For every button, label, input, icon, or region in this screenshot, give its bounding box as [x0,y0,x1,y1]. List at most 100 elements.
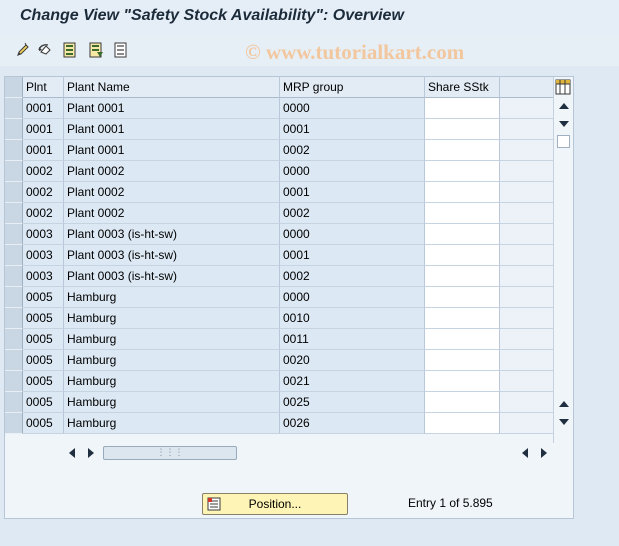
column-header-plant[interactable]: Plnt [23,77,64,98]
position-button[interactable]: Position... [202,493,348,515]
row-selector[interactable] [5,161,23,182]
cell-share-sstk-input[interactable] [425,287,500,308]
cell-share-sstk-input[interactable] [425,161,500,182]
cell-plant-name: Plant 0003 (is-ht-sw) [64,224,280,245]
row-selector[interactable] [5,329,23,350]
select-all-icon[interactable] [62,42,78,58]
cell-share-sstk-input[interactable] [425,350,500,371]
cell-plant: 0002 [23,182,64,203]
scroll-far-left-arrow-icon[interactable] [522,448,528,458]
cell-plant: 0005 [23,350,64,371]
cell-plant-name: Hamburg [64,287,280,308]
cell-share-sstk-input[interactable] [425,224,500,245]
edit-pencil-icon[interactable] [15,42,31,58]
cell-share-sstk-input[interactable] [425,203,500,224]
cell-mrp-group: 0026 [280,413,425,434]
vertical-scroll-thumb[interactable] [557,135,570,148]
row-filler [500,98,553,119]
row-selector[interactable] [5,287,23,308]
row-selector[interactable] [5,245,23,266]
row-filler [500,308,553,329]
table-settings-icon[interactable] [555,79,571,95]
select-all-column-button[interactable] [5,77,23,98]
cell-mrp-group: 0011 [280,329,425,350]
scroll-down-arrow-icon[interactable] [559,121,569,127]
row-filler [500,224,553,245]
cell-plant: 0005 [23,392,64,413]
cell-mrp-group: 0025 [280,392,425,413]
scroll-left-arrow-icon[interactable] [69,448,75,458]
cell-mrp-group: 0001 [280,245,425,266]
horizontal-scroll-thumb[interactable]: ⋮⋮⋮ [103,446,237,460]
page-title: Change View "Safety Stock Availability":… [20,7,404,24]
vertical-scrollbar[interactable] [553,77,573,443]
cell-share-sstk-input[interactable] [425,392,500,413]
undo-change-icon[interactable] [38,42,54,58]
cell-mrp-group: 0021 [280,371,425,392]
cell-share-sstk-input[interactable] [425,119,500,140]
header-filler [500,77,553,98]
cell-plant-name: Plant 0001 [64,119,280,140]
cell-mrp-group: 0000 [280,98,425,119]
row-selector[interactable] [5,98,23,119]
scroll-page-down-arrow-icon[interactable] [559,419,569,425]
row-filler [500,266,553,287]
row-selector[interactable] [5,350,23,371]
row-selector[interactable] [5,224,23,245]
cell-share-sstk-input[interactable] [425,371,500,392]
row-filler [500,119,553,140]
column-header-mrp-group[interactable]: MRP group [280,77,425,98]
row-filler [500,182,553,203]
column-header-plant-name[interactable]: Plant Name [64,77,280,98]
main-content: Plnt Plant Name MRP group Share SStk 000… [0,66,619,546]
cell-plant-name: Plant 0003 (is-ht-sw) [64,245,280,266]
cell-plant-name: Hamburg [64,371,280,392]
select-block-icon[interactable] [88,42,104,58]
row-selector[interactable] [5,413,23,434]
row-filler [500,161,553,182]
row-selector[interactable] [5,266,23,287]
row-selector[interactable] [5,140,23,161]
row-filler [500,140,553,161]
row-selector[interactable] [5,371,23,392]
cell-share-sstk-input[interactable] [425,266,500,287]
scroll-far-right-arrow-icon[interactable] [541,448,547,458]
column-header-share-sstk[interactable]: Share SStk [425,77,500,98]
cell-share-sstk-input[interactable] [425,98,500,119]
table-header: Plnt Plant Name MRP group Share SStk [5,77,553,98]
cell-share-sstk-input[interactable] [425,140,500,161]
cell-plant: 0001 [23,98,64,119]
cell-plant: 0003 [23,266,64,287]
cell-plant-name: Hamburg [64,329,280,350]
row-selector[interactable] [5,119,23,140]
cell-share-sstk-input[interactable] [425,413,500,434]
cell-plant-name: Plant 0002 [64,182,280,203]
deselect-all-icon[interactable] [113,42,129,58]
scroll-up-arrow-icon[interactable] [559,103,569,109]
row-filler [500,371,553,392]
cell-share-sstk-input[interactable] [425,245,500,266]
row-filler [500,350,553,371]
cell-share-sstk-input[interactable] [425,182,500,203]
cell-plant-name: Hamburg [64,350,280,371]
cell-share-sstk-input[interactable] [425,329,500,350]
scroll-right-arrow-icon[interactable] [88,448,94,458]
cell-plant-name: Hamburg [64,413,280,434]
cell-share-sstk-input[interactable] [425,308,500,329]
cell-mrp-group: 0001 [280,182,425,203]
cell-mrp-group: 0001 [280,119,425,140]
row-selector[interactable] [5,308,23,329]
row-selector[interactable] [5,182,23,203]
cell-plant-name: Hamburg [64,392,280,413]
cell-plant: 0001 [23,140,64,161]
table-grid: Plnt Plant Name MRP group Share SStk 000… [5,77,553,443]
cell-plant: 0003 [23,224,64,245]
cell-plant: 0005 [23,329,64,350]
cell-plant-name: Plant 0002 [64,203,280,224]
horizontal-scrollbar[interactable]: ⋮⋮⋮ [5,443,573,463]
position-icon [207,497,221,511]
row-selector[interactable] [5,203,23,224]
cell-mrp-group: 0010 [280,308,425,329]
scroll-page-up-arrow-icon[interactable] [559,401,569,407]
row-selector[interactable] [5,392,23,413]
